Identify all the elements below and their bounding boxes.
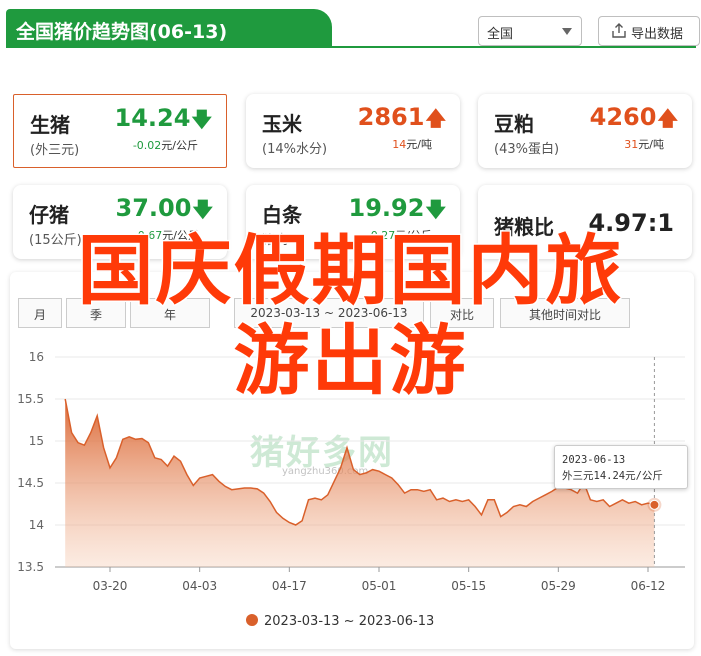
x-tick-label: 05-01 — [362, 579, 397, 593]
x-tick-label: 05-29 — [541, 579, 576, 593]
overlay-line-1: 国庆假期国内旅 — [76, 225, 624, 317]
y-tick-label: 14.5 — [17, 476, 44, 490]
tooltip-value: 外三元14.24元/公斤 — [562, 470, 663, 482]
x-tick-label: 04-17 — [272, 579, 307, 593]
y-tick-label: 15 — [29, 434, 44, 448]
highlight-point — [649, 499, 660, 510]
x-tick-label: 06-12 — [631, 579, 666, 593]
tooltip-date: 2023-06-13 — [562, 454, 626, 466]
y-tick-label: 13.5 — [17, 560, 44, 574]
x-tick-label: 03-20 — [93, 579, 128, 593]
overlay-line-2: 游出游 — [232, 315, 468, 407]
x-tick-label: 04-03 — [182, 579, 217, 593]
overlay-headline: 国庆假期国内旅 游出游 — [0, 225, 701, 407]
legend-label: 2023-03-13 ~ 2023-06-13 — [264, 614, 435, 629]
x-tick-label: 05-15 — [451, 579, 486, 593]
chart-tooltip: 2023-06-13 外三元14.24元/公斤 — [554, 445, 688, 489]
chart-legend[interactable]: 2023-03-13 ~ 2023-06-13 — [246, 614, 434, 629]
legend-dot-icon — [246, 614, 258, 626]
y-tick-label: 14 — [29, 518, 44, 532]
